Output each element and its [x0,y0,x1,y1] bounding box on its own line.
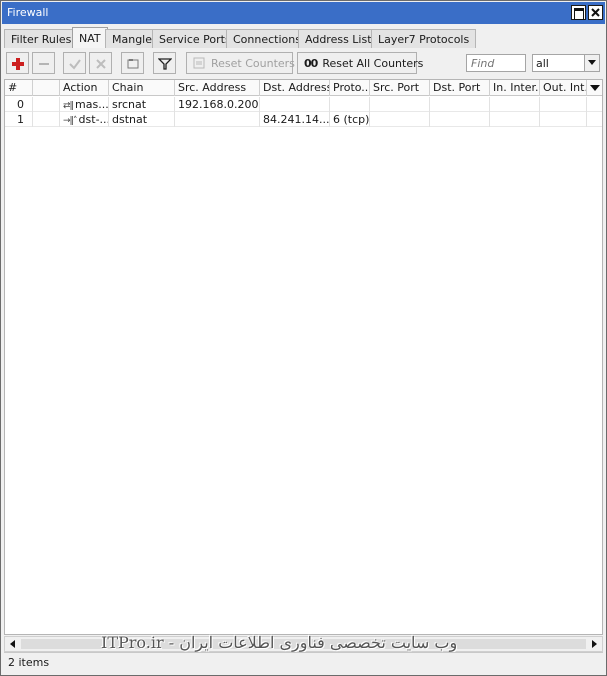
column-menu-chevron-down-icon[interactable] [587,80,602,96]
comment-button[interactable] [121,52,144,74]
row-chain: srcnat [109,97,175,112]
nat-rules-table: # Action Chain Src. Address Dst. Address… [4,79,603,635]
row-action-label: mas... [75,98,109,111]
reset-all-counters-label: Reset All Counters [322,57,424,70]
tab-mangle[interactable]: Mangle [105,29,160,48]
row-dst-port [430,112,490,127]
reset-counters-button[interactable]: Reset Counters [186,52,295,74]
check-icon [69,59,81,70]
reset-all-counters-button[interactable]: 00 Reset All Counters [297,52,423,74]
row-src-port [370,97,430,112]
row-action: ⇄‖ mas... [60,97,109,112]
minus-icon [39,63,49,65]
masquerade-icon: ⇄‖ [63,101,74,111]
window-title: Firewall [7,6,49,19]
column-header-action[interactable]: Action [60,80,109,96]
close-button[interactable] [588,5,603,20]
enable-button[interactable] [63,52,86,74]
tab-service-ports[interactable]: Service Ports [152,29,238,48]
table-row[interactable]: 0 ⇄‖ mas... srcnat 192.168.0.200 [5,97,602,112]
row-flags [33,112,60,127]
reset-counters-label: Reset Counters [211,57,295,70]
watermark-text: وب سایت تخصصی فناوری اطلاعات ایران - ITP… [101,633,458,652]
add-button[interactable] [6,52,29,74]
row-dst-port [430,97,490,112]
column-header-src-port[interactable]: Src. Port [370,80,430,96]
column-header-number[interactable]: # [5,80,33,96]
row-in-interface [490,112,540,127]
row-protocol: 6 (tcp) [330,112,370,127]
status-item-count: 2 items [8,656,50,669]
row-src-address [175,112,260,127]
row-out-interface [540,112,587,127]
row-protocol [330,97,370,112]
row-action: →‖˄ dst-... [60,112,109,127]
scroll-right-icon[interactable] [587,637,602,651]
row-number: 1 [5,112,33,127]
column-header-in-interface[interactable]: In. Inter... [490,80,540,96]
tab-layer7-protocols[interactable]: Layer7 Protocols [371,29,477,48]
column-header-out-interface[interactable]: Out. Int... [540,80,587,96]
counter-icon: 00 [304,57,318,70]
find-input[interactable] [466,54,526,72]
tab-filter-rules[interactable]: Filter Rules [4,29,79,48]
column-header-flags[interactable] [33,80,60,96]
row-dst-address [260,97,330,112]
remove-button[interactable] [32,52,55,74]
row-in-interface [490,97,540,112]
scroll-left-icon[interactable] [5,637,20,651]
filter-select-value: all [536,57,549,70]
table-row[interactable]: 1 →‖˄ dst-... dstnat 84.241.14.... 6 (tcp… [5,112,602,127]
close-icon [591,8,600,17]
table-header: # Action Chain Src. Address Dst. Address… [5,80,602,96]
maximize-button[interactable] [571,5,586,20]
toolbar: Reset Counters 00 Reset All Counters all [4,51,603,76]
row-chain: dstnat [109,112,175,127]
title-bar[interactable]: Firewall [2,2,605,24]
filter-button[interactable] [153,52,176,74]
row-flags [33,97,60,112]
row-out-interface [540,97,587,112]
column-header-dst-address[interactable]: Dst. Address [260,80,330,96]
row-dst-address: 84.241.14.... [260,112,330,127]
tab-nat[interactable]: NAT [72,27,108,48]
comment-icon [127,59,139,69]
dst-nat-icon: →‖˄ [63,116,78,126]
disable-button[interactable] [89,52,112,74]
row-number: 0 [5,97,33,112]
chevron-down-icon[interactable] [584,55,599,71]
x-icon [96,59,106,69]
reset-icon [193,57,205,69]
column-header-dst-port[interactable]: Dst. Port [430,80,490,96]
plus-icon [12,58,24,70]
filter-select[interactable]: all [532,54,600,72]
row-action-label: dst-... [78,113,109,126]
firewall-window: Firewall Filter Rules NAT Mangle Service… [0,0,607,676]
column-header-chain[interactable]: Chain [109,80,175,96]
column-header-src-address[interactable]: Src. Address [175,80,260,96]
status-bar: 2 items [4,652,603,672]
funnel-icon [158,58,172,70]
row-src-port [370,112,430,127]
row-src-address: 192.168.0.200 [175,97,260,112]
tab-connections[interactable]: Connections [226,29,308,48]
column-header-protocol[interactable]: Proto... [330,80,370,96]
